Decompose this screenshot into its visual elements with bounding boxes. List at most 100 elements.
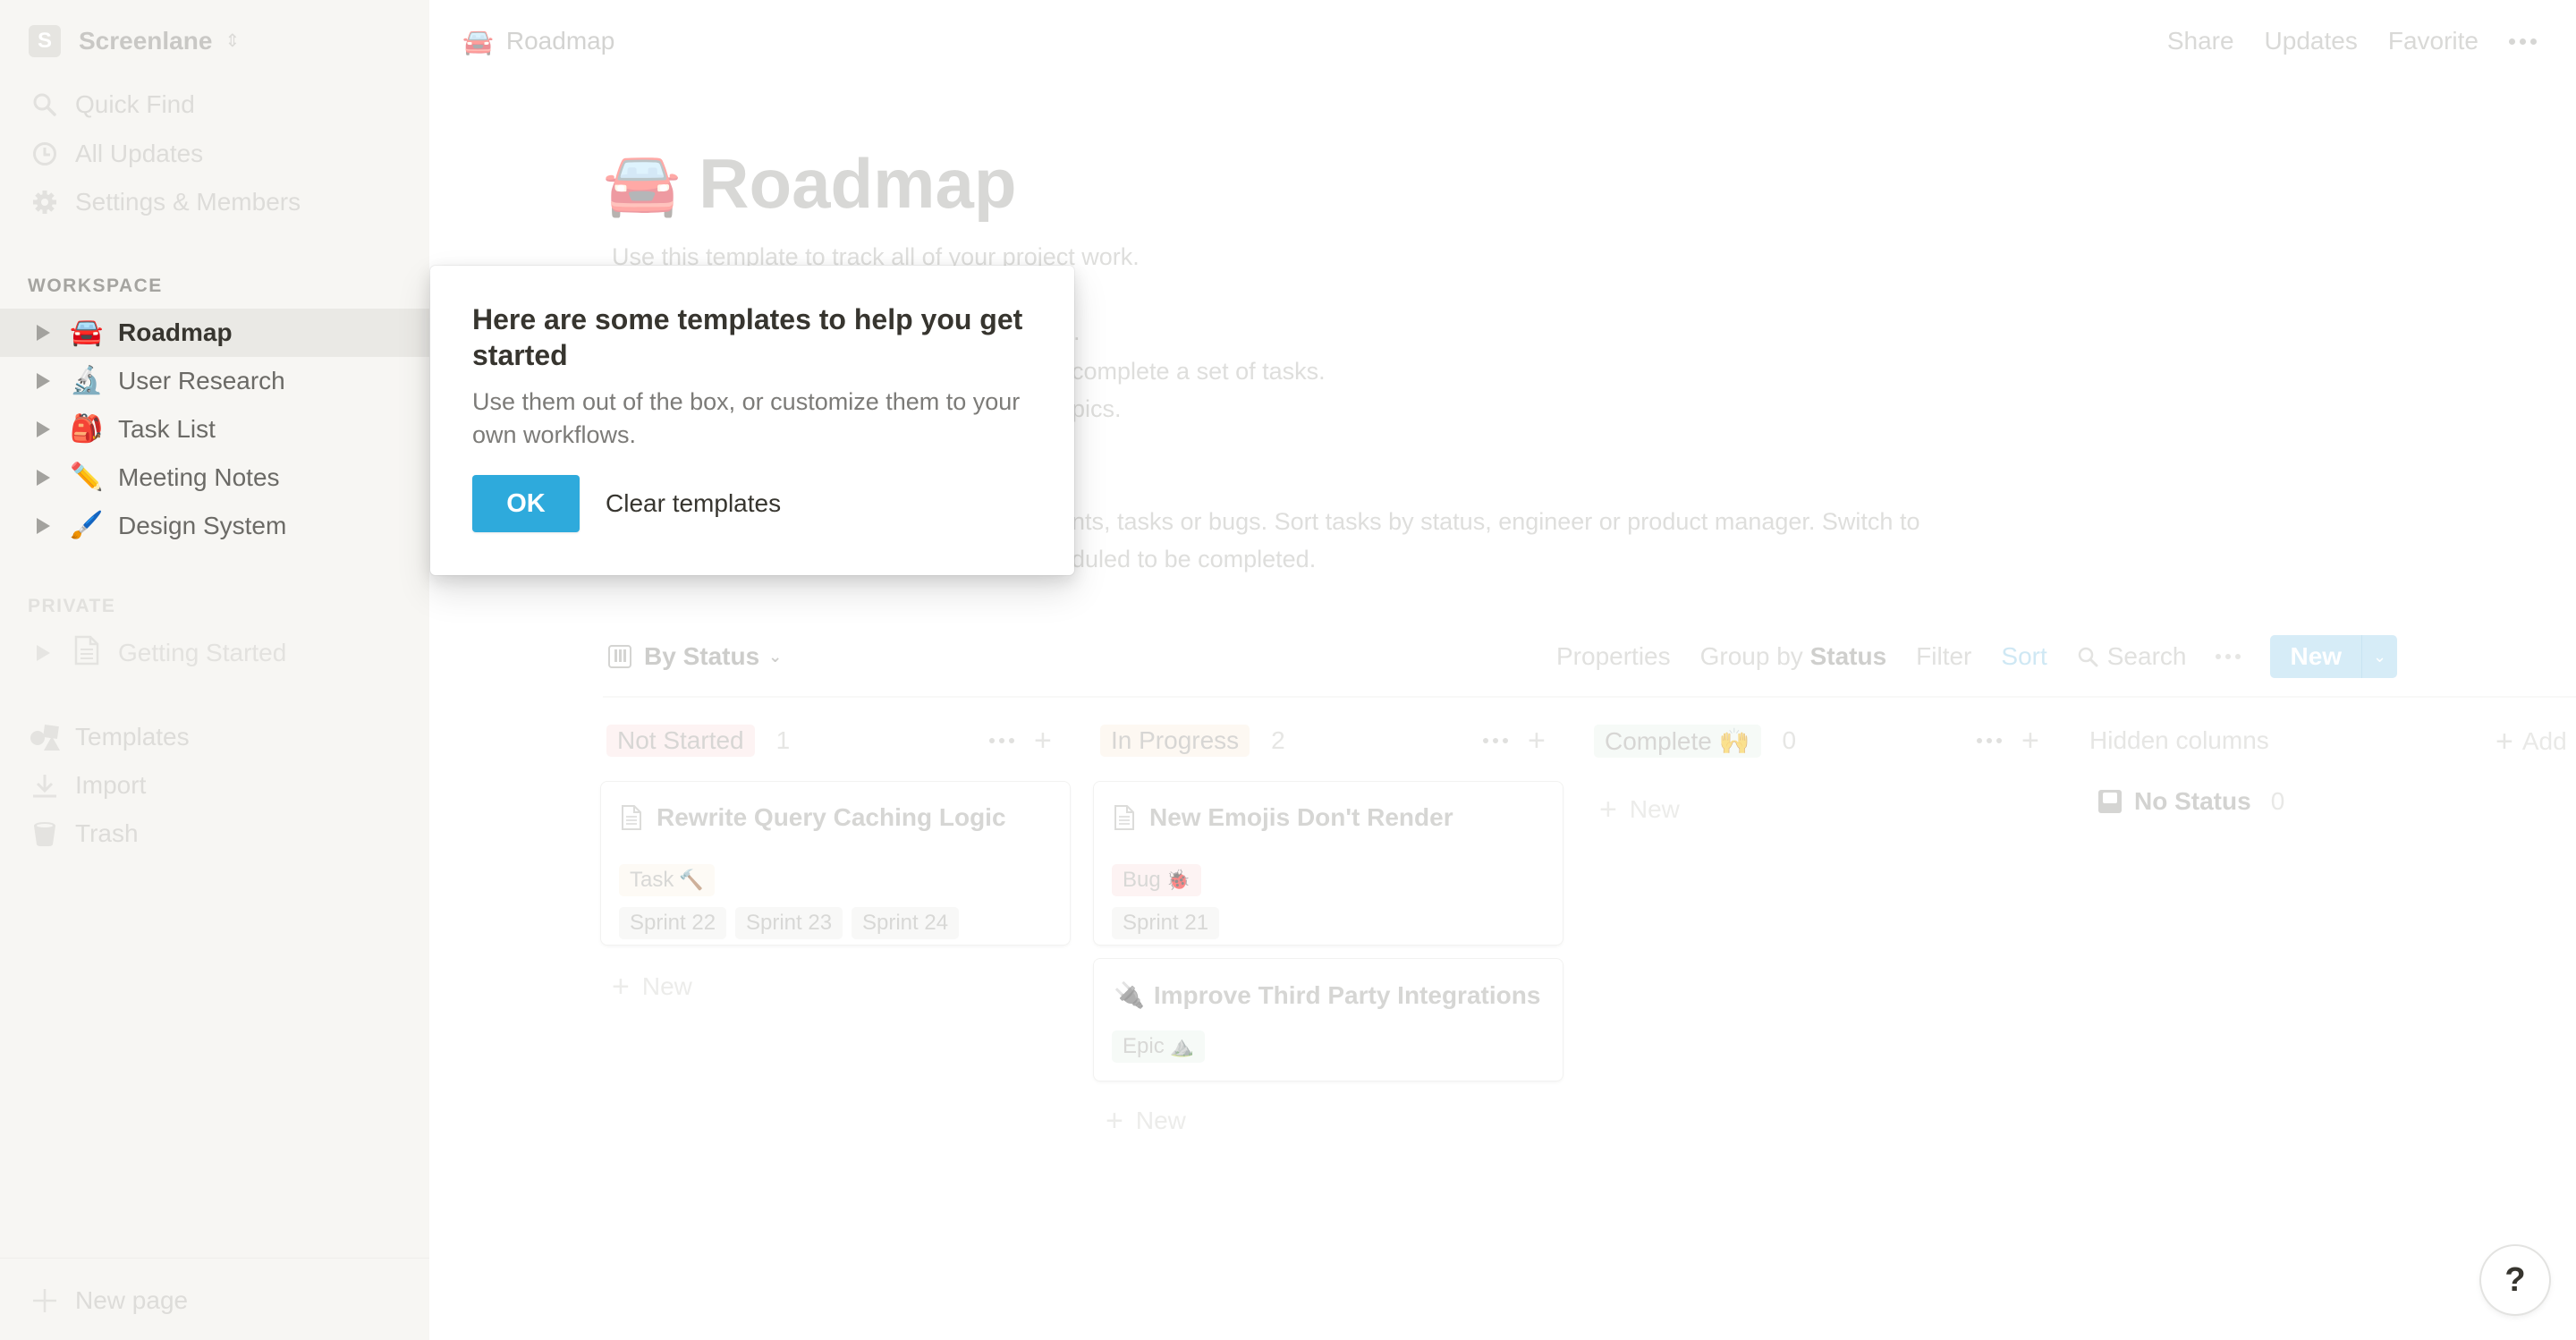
column-actions: + <box>1977 725 2039 756</box>
board-toolbar: Properties Group by Status Filter Sort S… <box>1556 635 2398 678</box>
column-header-in-progress[interactable]: In Progress 2 <box>1100 723 1285 759</box>
page-icon <box>622 805 641 830</box>
group-by-prefix: Group by <box>1699 642 1803 670</box>
page-description-line: complete a set of tasks. <box>1072 358 1326 385</box>
workspace-name: Screenlane <box>79 27 213 55</box>
trash-icon <box>29 820 61 847</box>
templates-dialog: Here are some templates to help you get … <box>430 266 1074 575</box>
private-section-heading: PRIVATE <box>28 596 116 616</box>
expand-triangle-icon[interactable] <box>37 325 50 341</box>
sidebar-trash[interactable]: Trash <box>29 816 139 852</box>
paintbrush-icon: 🖌️ <box>70 511 104 540</box>
board-card[interactable]: New Emojis Don't Render Bug 🐞 Sprint 21 <box>1094 782 1563 945</box>
help-button[interactable]: ? <box>2481 1246 2549 1314</box>
download-icon <box>29 773 61 798</box>
sidebar-page-design-system[interactable]: 🖌️ Design System <box>0 502 429 550</box>
sidebar-templates[interactable]: Templates <box>29 719 190 755</box>
dialog-body: Use them out of the box, or customize th… <box>472 388 1021 448</box>
favorite-button[interactable]: Favorite <box>2388 27 2479 55</box>
ok-button[interactable]: OK <box>472 475 580 532</box>
expand-triangle-icon[interactable] <box>37 518 50 534</box>
workspace-avatar: S <box>29 25 61 57</box>
more-options-icon[interactable] <box>1977 738 2002 743</box>
filter-button[interactable]: Filter <box>1916 642 1971 671</box>
share-button[interactable]: Share <box>2167 27 2234 55</box>
expand-triangle-icon[interactable] <box>37 373 50 389</box>
more-options-icon[interactable] <box>2509 38 2537 45</box>
hidden-columns-heading: Hidden columns <box>2089 726 2269 754</box>
sidebar-settings-members[interactable]: Settings & Members <box>29 184 301 220</box>
plus-icon[interactable]: + <box>1034 725 1052 756</box>
sidebar-page-user-research[interactable]: 🔬 User Research <box>0 357 429 405</box>
plus-icon[interactable]: + <box>2021 725 2039 756</box>
plus-icon: + <box>1106 1104 1123 1138</box>
car-icon: 🚘 <box>70 318 104 347</box>
page-description-line: duled to be completed. <box>1072 546 1317 572</box>
plug-icon: 🔌 <box>1114 981 1145 1009</box>
add-card-button[interactable]: + New <box>612 971 692 1002</box>
add-card-button[interactable]: + New <box>1599 794 1680 825</box>
sidebar-page-roadmap[interactable]: 🚘 Roadmap <box>0 309 429 357</box>
expand-triangle-icon[interactable] <box>37 645 50 661</box>
add-group-button[interactable]: + Add <box>2496 726 2567 757</box>
column-actions: + <box>1483 725 1546 756</box>
card-title-text: Improve Third Party Integrations <box>1153 980 1541 1009</box>
properties-button[interactable]: Properties <box>1556 642 1671 671</box>
dialog-title: Here are some templates to help you get … <box>472 303 1023 371</box>
sprint-tag: Sprint 21 <box>1112 907 1220 939</box>
new-page-button[interactable]: New page <box>29 1283 188 1319</box>
sidebar-page-getting-started[interactable]: Getting Started <box>0 629 429 677</box>
chevron-up-down-icon: ⇕ <box>225 31 241 51</box>
workspace-switcher[interactable]: S Screenlane ⇕ <box>29 25 240 57</box>
more-options-icon[interactable] <box>2216 654 2241 659</box>
hidden-column-no-status[interactable]: No Status 0 <box>2098 787 2284 816</box>
sidebar-page-task-list[interactable]: 🎒 Task List <box>0 405 429 454</box>
updates-button[interactable]: Updates <box>2265 27 2358 55</box>
type-tag-label: Bug <box>1123 868 1161 892</box>
search-button[interactable]: Search <box>2077 642 2186 671</box>
plus-icon[interactable]: + <box>1528 725 1546 756</box>
plus-icon <box>29 1288 61 1313</box>
column-name: Not Started <box>606 725 755 757</box>
expand-triangle-icon[interactable] <box>37 421 50 437</box>
search-icon <box>2078 647 2098 667</box>
chevron-down-icon[interactable]: ⌄ <box>2361 635 2397 678</box>
sidebar-quick-find[interactable]: Quick Find <box>29 87 195 123</box>
board-card[interactable]: 🔌 Improve Third Party Integrations Epic ⛰… <box>1094 959 1563 1081</box>
sidebar-page-label: Task List <box>118 415 216 443</box>
sort-button[interactable]: Sort <box>2001 642 2046 671</box>
column-header-not-started[interactable]: Not Started 1 <box>606 723 790 759</box>
breadcrumb[interactable]: 🚘 Roadmap <box>462 25 614 57</box>
sidebar-import[interactable]: Import <box>29 768 146 803</box>
car-icon[interactable]: 🚘 <box>603 148 681 221</box>
shapes-icon <box>29 724 61 751</box>
page-title[interactable]: 🚘 Roadmap <box>603 143 1017 225</box>
sidebar-all-updates[interactable]: All Updates <box>29 136 203 172</box>
sidebar-divider <box>0 1258 429 1259</box>
more-options-icon[interactable] <box>1483 738 1508 743</box>
sidebar-page-meeting-notes[interactable]: ✏️ Meeting Notes <box>0 454 429 502</box>
page-title-text: Roadmap <box>699 144 1017 223</box>
column-header-complete[interactable]: Complete 🙌 0 <box>1594 723 1796 759</box>
column-name: Complete 🙌 <box>1594 724 1761 758</box>
new-item-button[interactable]: New ⌄ <box>2270 635 2398 678</box>
expand-triangle-icon[interactable] <box>37 470 50 486</box>
new-item-label[interactable]: New <box>2270 635 2361 678</box>
view-switcher[interactable]: By Status ⌄ <box>608 640 782 673</box>
search-icon <box>29 92 61 117</box>
page-icon <box>68 635 106 671</box>
more-options-icon[interactable] <box>989 738 1014 743</box>
sidebar-link-label: Templates <box>75 723 190 751</box>
plus-icon: + <box>612 970 630 1004</box>
group-by-button[interactable]: Group by Status <box>1700 642 1887 671</box>
sprint-tag: Sprint 23 <box>735 907 843 939</box>
board-card[interactable]: Rewrite Query Caching Logic Task 🔨 Sprint… <box>601 782 1070 945</box>
chevron-down-icon: ⌄ <box>768 647 783 666</box>
add-card-button[interactable]: + New <box>1106 1106 1186 1136</box>
card-title: New Emojis Don't Render <box>1114 803 1453 832</box>
add-card-label: New <box>641 972 692 1000</box>
add-card-label: New <box>1629 795 1680 823</box>
group-by-value: Status <box>1809 642 1887 670</box>
clear-templates-button[interactable]: Clear templates <box>606 475 781 532</box>
plus-icon: + <box>1599 793 1617 827</box>
